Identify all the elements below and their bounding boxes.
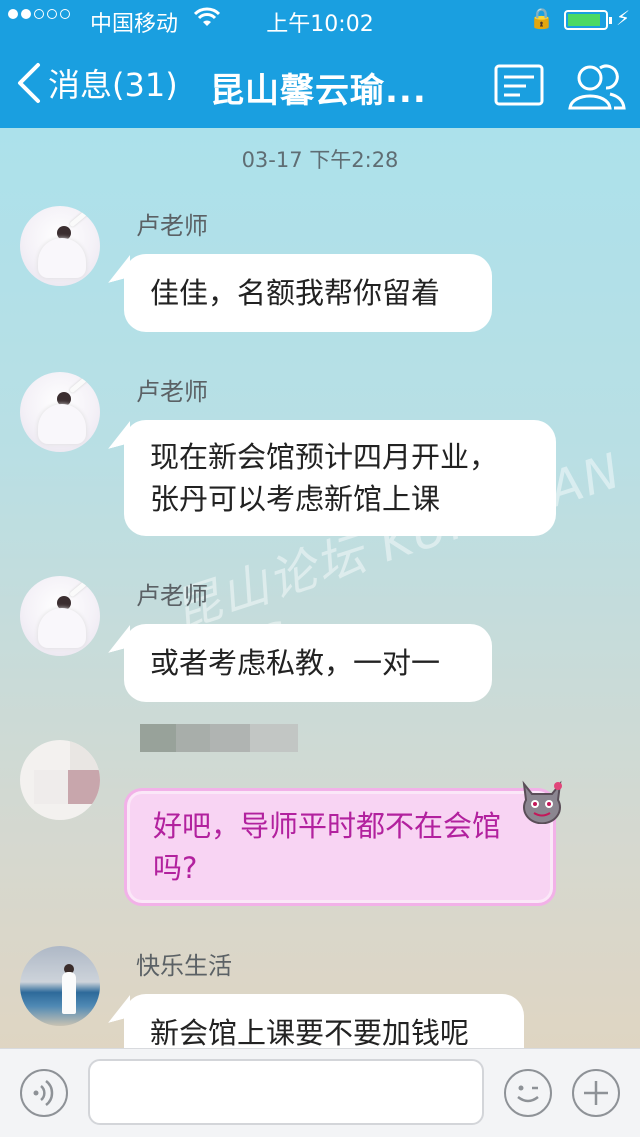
charging-icon: ⚡ [616,6,631,30]
plus-button[interactable] [572,1069,620,1117]
message-bubble[interactable]: 现在新会馆预计四月开业， 张丹可以考虑新馆上课 [124,420,556,536]
devil-sticker-icon [522,780,562,824]
message-bubble[interactable]: 或者考虑私教，一对一 [124,624,492,702]
sender-name: 卢老师 [136,582,208,610]
emoji-icon [517,1085,539,1103]
status-bar: 中国移动 上午10:02 🔒 ⚡ [0,0,640,40]
back-label: 消息(31) [48,66,178,104]
message-text: 现在新会馆预计四月开业， [150,440,499,474]
chat-title: 昆山馨云瑜... [210,71,427,111]
message-input[interactable] [88,1059,484,1125]
message-bubble[interactable]: 佳佳，名额我帮你留着 [124,254,492,332]
blurred-sender-name [140,724,300,756]
message-text: 张丹可以考虑新馆上课 [150,482,441,516]
message-text: 或者考虑私教，一对一 [150,646,441,680]
avatar[interactable] [20,372,100,452]
chevron-left-icon [18,63,40,103]
orientation-lock-icon: 🔒 [529,6,554,30]
battery-icon [564,10,612,30]
back-button[interactable]: 消息(31) [14,60,178,106]
avatar[interactable] [20,740,100,820]
document-icon[interactable] [494,64,544,106]
message-text: 佳佳，名额我帮你留着 [150,276,441,310]
navigation-bar: 消息(31) 昆山馨云瑜... [0,40,640,128]
voice-icon [33,1080,54,1106]
message-bubble[interactable]: 好吧，导师平时都不在会馆 吗? [124,788,556,906]
voice-button[interactable] [20,1069,68,1117]
input-bar [0,1048,640,1137]
emoji-button[interactable] [504,1069,552,1117]
group-profile-icon[interactable] [568,62,626,110]
chat-timestamp: 03-17 下午2:28 [241,148,399,172]
avatar[interactable] [20,946,100,1026]
sender-name: 卢老师 [136,212,208,240]
message-text: 好吧，导师平时都不在会馆 [153,809,502,843]
message-text: 吗? [153,851,198,885]
sender-name: 卢老师 [136,378,208,406]
avatar[interactable] [20,206,100,286]
avatar[interactable] [20,576,100,656]
sender-name: 快乐生活 [136,952,232,980]
plus-icon [584,1081,608,1105]
